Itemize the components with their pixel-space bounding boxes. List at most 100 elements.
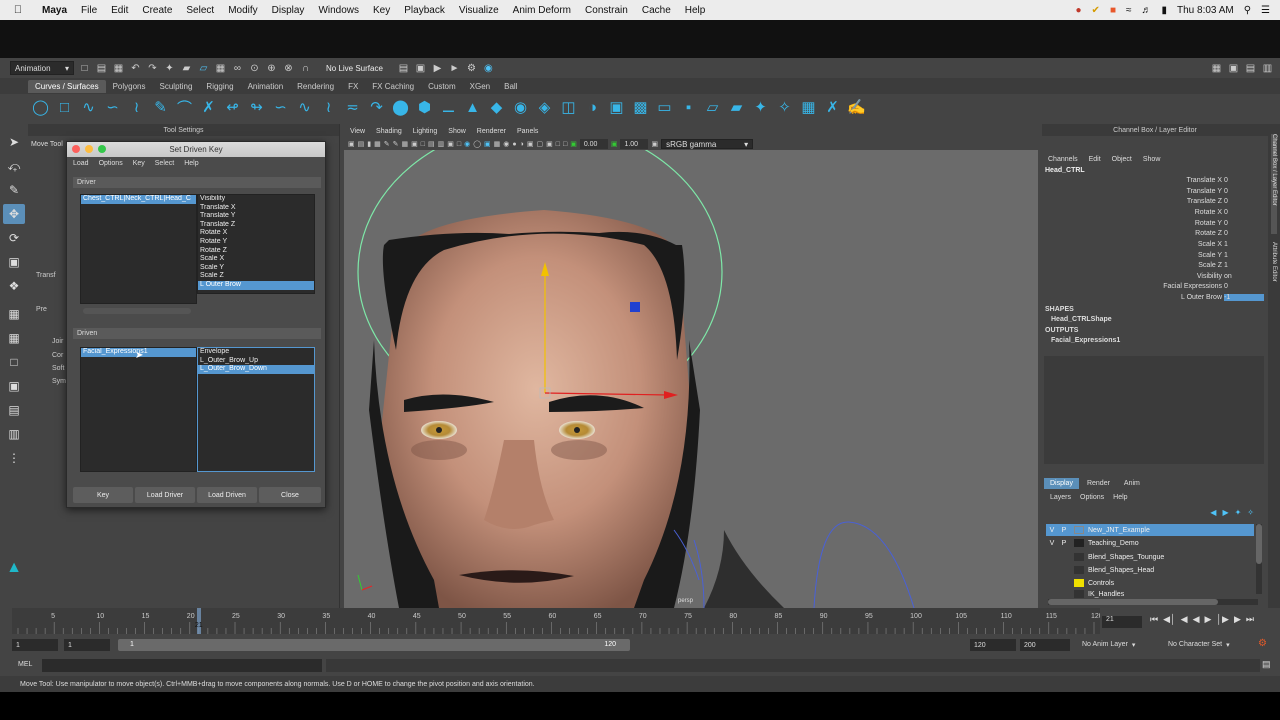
menu-app[interactable]: Maya [36,5,75,16]
menu-cache[interactable]: Cache [636,5,679,16]
output-name[interactable]: Facial_Expressions1 [1051,337,1120,344]
tab-fx-caching[interactable]: FX Caching [365,80,421,93]
menu-modify[interactable]: Modify [222,5,265,16]
ep-curve-icon[interactable]: ∽ [104,99,121,116]
use-lights-icon[interactable]: ◉ [503,140,509,148]
open-scene-icon[interactable]: ▤ [95,62,108,75]
select-component-icon[interactable]: ▱ [197,62,210,75]
driver-attr-item[interactable]: Translate X [198,204,314,213]
tab-attribute-editor[interactable]: Attribute Editor [1271,242,1277,302]
cb-attr-rotate-x[interactable]: Rotate X [1195,209,1222,216]
nurbs-cube-icon[interactable]: ⬢ [416,99,433,116]
select-object-icon[interactable]: ▰ [180,62,193,75]
save-scene-icon[interactable]: ▦ [112,62,125,75]
redo-icon[interactable]: ↷ [146,62,159,75]
textured-icon[interactable]: ▦ [494,140,501,148]
construction-history-icon[interactable]: ▤ [397,62,410,75]
range-slider[interactable]: 1 120 [118,639,630,651]
sdk-menu-load[interactable]: Load [73,160,89,167]
render-view-icon[interactable]: ▣ [414,62,427,75]
layout-icon[interactable]: ▦ [1210,62,1223,75]
film-gate-icon[interactable]: ▣ [411,140,418,148]
cb-attr-scale-x[interactable]: Scale X [1198,241,1222,248]
cb-val-scale-x[interactable]: 1 [1224,241,1228,248]
menu-help[interactable]: Help [679,5,714,16]
driver-attr-item[interactable]: Rotate Y [198,238,314,247]
step-forward-key-icon[interactable]: │▶ [1216,614,1229,625]
tab-xgen[interactable]: XGen [463,80,497,93]
colorspace-dropdown[interactable]: sRGB gamma ▾ [661,139,754,149]
layer-name[interactable]: Blend_Shapes_Toungue [1088,554,1164,561]
layer-color-swatch[interactable] [1074,590,1084,598]
cb-attr-rotate-y[interactable]: Rotate Y [1195,220,1222,227]
gamma-icon[interactable]: ▣ [611,140,618,148]
square-surface-icon[interactable]: ▱ [704,99,721,116]
gate-mask-icon[interactable]: ▤ [428,140,435,148]
auto-key-icon[interactable]: ⚙ [1258,638,1267,649]
tab-anim[interactable]: Anim [1118,478,1146,489]
layer-playback-toggle[interactable]: P [1058,540,1070,547]
menu-visualize[interactable]: Visualize [453,5,507,16]
scale-tool-icon[interactable]: ▣ [3,252,25,272]
tab-ball[interactable]: Ball [497,80,524,93]
layer-color-swatch[interactable] [1074,579,1084,587]
new-layer-selected-icon[interactable]: ✧ [1247,508,1254,517]
tab-rendering[interactable]: Rendering [290,80,341,93]
layer-color-swatch[interactable] [1074,526,1084,534]
loft-icon[interactable]: ◫ [560,99,577,116]
spotlight-icon[interactable]: ⚲ [1244,5,1251,16]
trim-tool-icon[interactable]: ✦ [752,99,769,116]
wifi-icon[interactable]: ≈ [1126,5,1132,16]
revolve-icon[interactable]: ◈ [536,99,553,116]
tab-channel-box[interactable]: Channel Box / Layer Editor [1271,134,1277,234]
app-status-icon[interactable]: ■ [1110,5,1116,16]
move-tool-icon[interactable]: ✥ [3,204,25,224]
safe-action-icon[interactable]: ▣ [447,140,454,148]
layer-vscroll-thumb[interactable] [1256,524,1262,564]
layer-name[interactable]: Controls [1088,580,1114,587]
nurbs-square-icon[interactable]: □ [56,99,73,116]
move-layer-down-icon[interactable]: ▶ [1222,508,1228,517]
layer-visible-toggle[interactable]: V [1046,527,1058,534]
select-hierarchy-icon[interactable]: ✦ [163,62,176,75]
pencil-curve-icon[interactable]: ✎ [152,99,169,116]
vp-menu-lighting[interactable]: Lighting [413,128,438,135]
tab-sculpting[interactable]: Sculpting [153,80,200,93]
layer-row[interactable]: V P Teaching_Demo [1046,537,1254,549]
driver-attr-item[interactable]: Scale Z [198,272,314,281]
layer-hscroll-thumb[interactable] [1048,599,1218,605]
snap-grid-icon[interactable]: ▦ [214,62,227,75]
ts-row-soft-select[interactable]: Soft [52,365,64,372]
menu-display[interactable]: Display [266,5,313,16]
cb-val-translate-z[interactable]: 0 [1224,198,1228,205]
cb-val-translate-x[interactable]: 0 [1224,177,1228,184]
magnet-icon[interactable]: ∩ [299,62,312,75]
tab-display[interactable]: Display [1044,478,1079,489]
motion-blur-icon[interactable]: ▣ [527,140,534,148]
sculpt-geometry-icon[interactable]: ✍ [847,99,866,116]
grease-pencil-icon[interactable]: ✎ [393,140,399,148]
last-tool-icon[interactable]: ❖ [3,276,25,296]
nurbs-cone-icon[interactable]: ▲ [464,99,481,116]
menu-anim-deform[interactable]: Anim Deform [507,5,579,16]
step-forward-icon[interactable]: ▶ [1234,614,1241,625]
cb-attr-translate-x[interactable]: Translate X [1186,177,1222,184]
grid-icon[interactable]: ▦ [401,140,408,148]
render-settings-icon[interactable]: ⚙ [465,62,478,75]
image-plane-icon[interactable]: ▦ [374,140,381,148]
layer-color-swatch[interactable] [1074,566,1084,574]
mel-label[interactable]: MEL [18,661,32,668]
arc-icon[interactable]: ⌒ [176,99,193,117]
current-time-marker[interactable] [196,608,201,634]
layout-icon-3[interactable]: ▤ [1244,62,1257,75]
cb-val-l-outer-brow[interactable]: -1 [1224,294,1264,301]
menu-playback[interactable]: Playback [398,5,453,16]
menu-create[interactable]: Create [136,5,180,16]
notification-icon[interactable]: ☰ [1261,5,1270,16]
viewport-persp[interactable]: persp [344,150,1038,608]
curve-reverse-icon[interactable]: ↷ [368,99,385,116]
tab-render[interactable]: Render [1081,478,1116,489]
cb-attr-translate-y[interactable]: Translate Y [1187,188,1222,195]
exposure-field[interactable]: 0.00 [579,139,608,149]
smooth-shade-icon[interactable]: ◯ [473,140,481,148]
